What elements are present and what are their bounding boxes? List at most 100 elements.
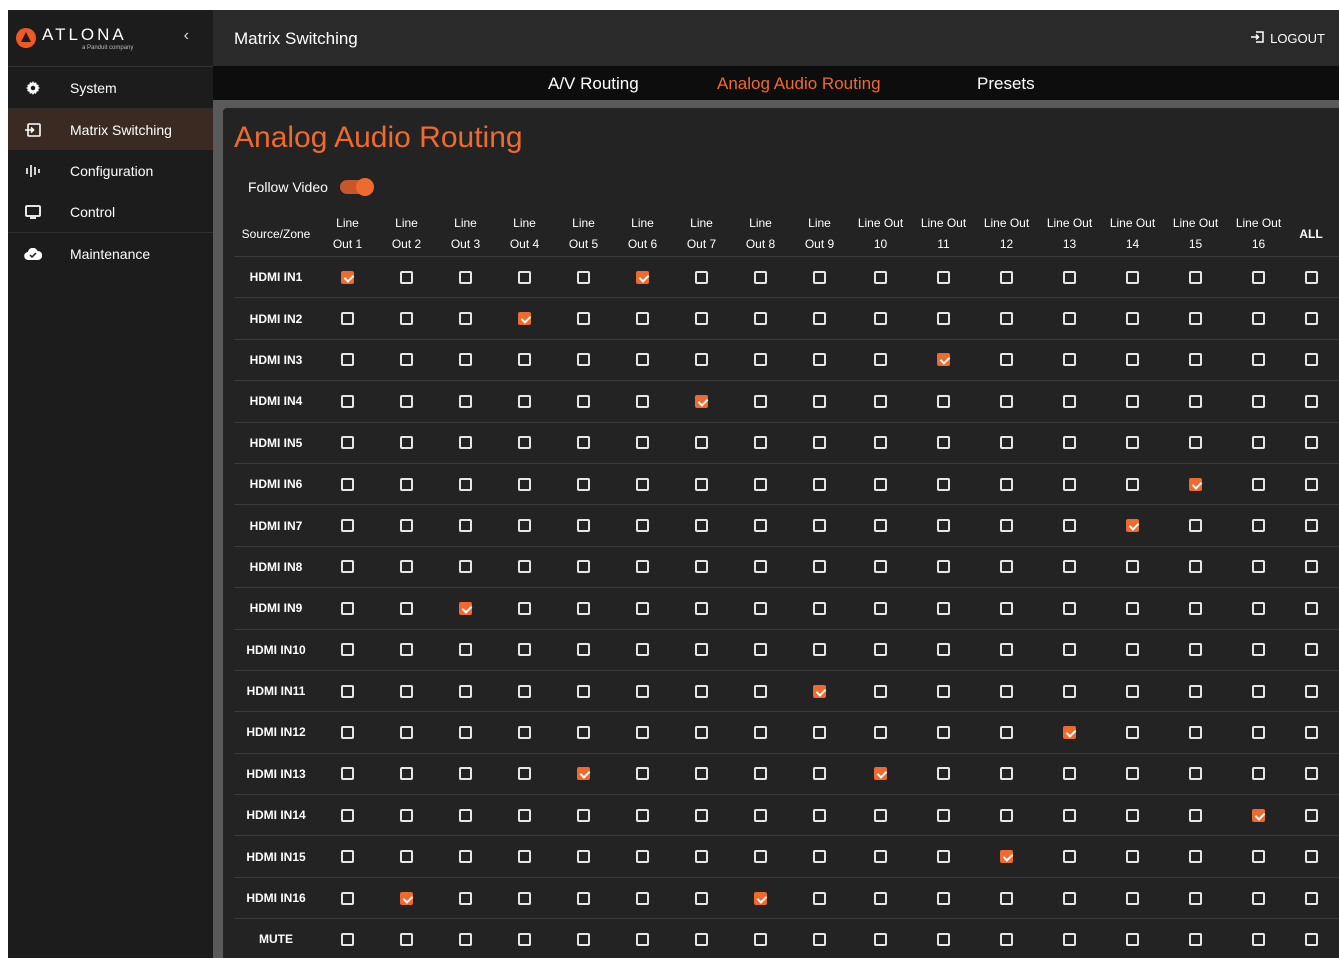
route-checkbox[interactable]: [636, 891, 649, 905]
route-checkbox[interactable]: [1126, 767, 1139, 781]
route-checkbox[interactable]: [341, 891, 354, 905]
route-checkbox[interactable]: [1252, 601, 1265, 615]
route-checkbox[interactable]: [636, 312, 649, 326]
route-checkbox[interactable]: [400, 436, 413, 450]
route-checkbox[interactable]: [874, 891, 887, 905]
route-checkbox[interactable]: [874, 767, 887, 781]
route-checkbox[interactable]: [1189, 725, 1202, 739]
route-checkbox[interactable]: [577, 725, 590, 739]
route-checkbox[interactable]: [937, 725, 950, 739]
route-checkbox[interactable]: [577, 477, 590, 491]
route-checkbox[interactable]: [1252, 684, 1265, 698]
route-checkbox[interactable]: [400, 270, 413, 284]
route-checkbox[interactable]: [1252, 477, 1265, 491]
route-all-checkbox[interactable]: [1304, 477, 1318, 491]
route-checkbox[interactable]: [754, 394, 767, 408]
route-checkbox[interactable]: [518, 353, 531, 367]
sidebar-item-configuration[interactable]: Configuration: [8, 150, 213, 191]
route-checkbox[interactable]: [1000, 643, 1013, 657]
route-checkbox[interactable]: [874, 312, 887, 326]
route-checkbox[interactable]: [1189, 601, 1202, 615]
route-checkbox[interactable]: [459, 270, 472, 284]
route-checkbox[interactable]: [1063, 891, 1076, 905]
route-checkbox[interactable]: [1126, 808, 1139, 822]
route-checkbox[interactable]: [937, 932, 950, 946]
route-checkbox[interactable]: [754, 436, 767, 450]
route-checkbox[interactable]: [636, 767, 649, 781]
route-checkbox[interactable]: [459, 519, 472, 533]
route-checkbox[interactable]: [577, 436, 590, 450]
route-checkbox[interactable]: [400, 312, 413, 326]
route-checkbox[interactable]: [518, 312, 531, 326]
route-checkbox[interactable]: [459, 353, 472, 367]
route-checkbox[interactable]: [874, 270, 887, 284]
route-checkbox[interactable]: [937, 767, 950, 781]
route-checkbox[interactable]: [754, 560, 767, 574]
route-checkbox[interactable]: [874, 932, 887, 946]
route-checkbox[interactable]: [341, 436, 354, 450]
route-checkbox[interactable]: [1063, 850, 1076, 864]
route-checkbox[interactable]: [518, 560, 531, 574]
route-checkbox[interactable]: [695, 725, 708, 739]
route-checkbox[interactable]: [341, 312, 354, 326]
route-checkbox[interactable]: [636, 394, 649, 408]
route-checkbox[interactable]: [1189, 312, 1202, 326]
route-checkbox[interactable]: [341, 560, 354, 574]
route-checkbox[interactable]: [813, 270, 826, 284]
route-checkbox[interactable]: [400, 808, 413, 822]
route-checkbox[interactable]: [1126, 519, 1139, 533]
route-checkbox[interactable]: [695, 643, 708, 657]
route-checkbox[interactable]: [695, 601, 708, 615]
route-checkbox[interactable]: [754, 808, 767, 822]
route-checkbox[interactable]: [695, 932, 708, 946]
route-checkbox[interactable]: [1252, 932, 1265, 946]
route-checkbox[interactable]: [341, 850, 354, 864]
route-checkbox[interactable]: [636, 808, 649, 822]
route-checkbox[interactable]: [754, 270, 767, 284]
route-checkbox[interactable]: [577, 808, 590, 822]
route-checkbox[interactable]: [1126, 891, 1139, 905]
route-checkbox[interactable]: [695, 767, 708, 781]
route-checkbox[interactable]: [341, 270, 354, 284]
route-checkbox[interactable]: [937, 394, 950, 408]
route-checkbox[interactable]: [754, 519, 767, 533]
route-checkbox[interactable]: [1189, 684, 1202, 698]
route-checkbox[interactable]: [636, 643, 649, 657]
route-checkbox[interactable]: [1126, 850, 1139, 864]
route-checkbox[interactable]: [1252, 560, 1265, 574]
route-all-checkbox[interactable]: [1304, 767, 1318, 781]
route-checkbox[interactable]: [400, 725, 413, 739]
route-checkbox[interactable]: [937, 353, 950, 367]
route-checkbox[interactable]: [695, 684, 708, 698]
sidebar-item-system[interactable]: System: [8, 67, 213, 109]
route-checkbox[interactable]: [459, 560, 472, 574]
route-checkbox[interactable]: [636, 850, 649, 864]
route-checkbox[interactable]: [1000, 477, 1013, 491]
route-all-checkbox[interactable]: [1304, 725, 1318, 739]
route-checkbox[interactable]: [577, 270, 590, 284]
route-checkbox[interactable]: [1126, 353, 1139, 367]
route-checkbox[interactable]: [695, 519, 708, 533]
route-checkbox[interactable]: [937, 850, 950, 864]
route-all-checkbox[interactable]: [1304, 684, 1318, 698]
route-checkbox[interactable]: [874, 353, 887, 367]
route-checkbox[interactable]: [695, 270, 708, 284]
route-checkbox[interactable]: [1252, 436, 1265, 450]
route-checkbox[interactable]: [695, 394, 708, 408]
route-checkbox[interactable]: [937, 519, 950, 533]
route-checkbox[interactable]: [754, 891, 767, 905]
route-checkbox[interactable]: [518, 932, 531, 946]
sidebar-item-maintenance[interactable]: Maintenance: [8, 233, 213, 274]
route-checkbox[interactable]: [1000, 353, 1013, 367]
follow-video-toggle[interactable]: [339, 178, 374, 196]
route-checkbox[interactable]: [874, 808, 887, 822]
route-checkbox[interactable]: [1000, 767, 1013, 781]
route-checkbox[interactable]: [577, 932, 590, 946]
route-checkbox[interactable]: [1063, 684, 1076, 698]
route-checkbox[interactable]: [1063, 477, 1076, 491]
route-checkbox[interactable]: [813, 560, 826, 574]
route-checkbox[interactable]: [937, 312, 950, 326]
route-checkbox[interactable]: [1126, 436, 1139, 450]
route-checkbox[interactable]: [874, 436, 887, 450]
route-checkbox[interactable]: [813, 891, 826, 905]
